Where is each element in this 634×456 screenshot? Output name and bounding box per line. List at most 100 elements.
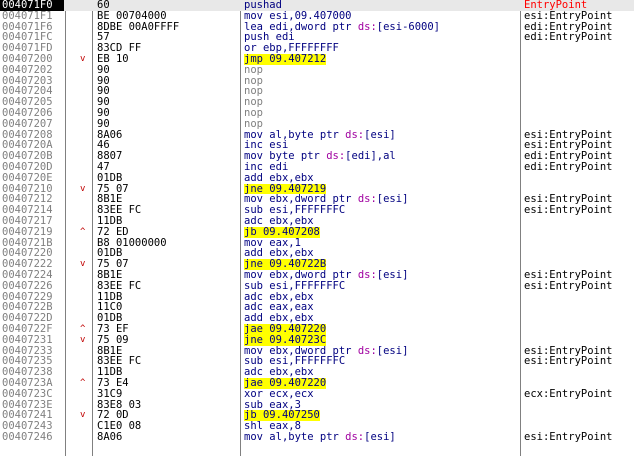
instruction-cell: shl eax,8 [244,421,301,432]
disasm-row[interactable]: 004071F0 60 pushad EntryPoint [0,0,634,11]
comment-cell [524,184,634,195]
comment-cell: esi:EntryPoint [524,129,613,141]
disasm-row[interactable]: 0040722F ^ 73 EF jae 09.407220 [0,324,634,335]
disasm-row[interactable]: 00407200 v EB 10 jmp 09.407212 [0,54,634,65]
address-cell: 0040723A [2,378,53,389]
instruction-cell: adc ebx,ebx [244,291,314,303]
disasm-row[interactable]: 00407241 v 72 0D jb 09.407250 [0,410,634,422]
disasm-row[interactable]: 00407233 8B1E mov ebx,dword ptr ds:[esi] es… [0,346,634,357]
comment-cell: edi:EntryPoint [524,32,613,44]
instruction-cell: adc ebx,ebx [244,216,314,227]
arrow-cell [80,119,90,130]
instruction-cell: add ebx,ebx [244,172,314,184]
disasm-row[interactable]: 00407203 90 nop [0,76,634,87]
disasm-row[interactable]: 00407219 ^ 72 ED jb 09.407208 [0,226,634,238]
disassembly-view[interactable]: 004071F0 60 pushad EntryPoint 004071F1 BE 007… [0,0,634,456]
bytes-cell: 57 [97,32,110,44]
disasm-row[interactable]: 0040721B B8 01000000 mov eax,1 [0,238,634,249]
bytes-cell: 46 [97,140,110,152]
disasm-row[interactable]: 0040720D 47 inc edi edi:EntryPoint [0,162,634,173]
address-cell: 00407212 [2,194,53,206]
instruction-cell: nop [244,75,263,87]
instruction-cell: jne 09.407219 [244,183,327,195]
disasm-row[interactable]: 00407205 90 nop [0,97,634,108]
bytes-cell: 8DBE 00A0FFFF [97,21,180,33]
bytes-cell: 01DB [97,313,123,324]
disasm-row[interactable]: 00407212 8B1E mov ebx,dword ptr ds:[esi] es… [0,194,634,205]
disasm-row[interactable]: 00407204 90 nop [0,86,634,97]
instruction-cell: mov ebx,dword ptr ds:[esi] [244,345,409,357]
address-cell: 004071F0 [0,0,64,11]
disasm-row[interactable]: 00407220 01DB add ebx,ebx [0,248,634,259]
instruction-cell: sub esi,FFFFFFFC [244,356,346,368]
arrow-cell [80,216,90,227]
disasm-row[interactable]: 00407235 83EE FC sub esi,FFFFFFFC esi:Entry… [0,356,634,367]
instruction-cell: or ebp,FFFFFFFF [244,43,339,54]
address-cell: 00407210 [2,183,53,195]
disasm-row[interactable]: 00407202 90 nop [0,65,634,76]
disasm-row[interactable]: 00407224 8B1E mov ebx,dword ptr ds:[esi] es… [0,270,634,281]
address-cell: 00407246 [2,432,53,443]
bytes-cell: 90 [97,64,110,76]
bytes-cell: 47 [97,162,110,173]
disasm-row[interactable]: 00407214 83EE FC sub esi,FFFFFFFC esi:Entry… [0,205,634,216]
address-cell: 00407231 [2,334,53,346]
disasm-row[interactable]: 0040723A ^ 73 E4 jae 09.407220 [0,378,634,389]
bytes-cell: 8A06 [97,129,123,141]
comment-cell [524,119,634,130]
bytes-cell: 11DB [97,291,123,303]
address-cell: 0040722B [2,302,53,314]
disasm-row[interactable]: 004071F6 8DBE 00A0FFFF lea edi,dword ptr d… [0,22,634,33]
disasm-row[interactable]: 0040720A 46 inc esi esi:EntryPoint [0,140,634,151]
arrow-cell [80,32,90,43]
disasm-row[interactable]: 00407238 11DB adc ebx,ebx [0,367,634,378]
address-cell: 00407226 [2,280,53,292]
disasm-row[interactable]: 00407231 v 75 09 jne 09.40723C [0,334,634,346]
disasm-row[interactable]: 00407222 v 75 07 jne 09.40722B [0,259,634,270]
bytes-cell: 8B1E [97,345,123,357]
instruction-cell: mov al,byte ptr ds:[esi] [244,432,396,443]
arrow-cell [80,76,90,87]
disasm-row[interactable]: 0040723C 31C9 xor ecx,ecx ecx:EntryPoint [0,389,634,400]
address-cell: 00407206 [2,108,53,119]
address-cell: 00407217 [2,216,53,227]
disasm-row[interactable]: 00407226 83EE FC sub esi,FFFFFFFC esi:Entry… [0,281,634,292]
disasm-row[interactable]: 00407206 90 nop [0,108,634,119]
disasm-row[interactable]: 0040722B 11C0 adc eax,eax [0,302,634,313]
arrow-cell [80,313,90,324]
disasm-row[interactable]: 0040722D 01DB add ebx,ebx [0,313,634,324]
address-cell: 00407205 [2,97,53,108]
address-cell: 00407203 [2,75,53,87]
instruction-cell: pushad [244,0,282,11]
address-cell: 0040722F [2,324,53,335]
disasm-row[interactable]: 00407208 8A06 mov al,byte ptr ds:[esi] esi:… [0,130,634,141]
arrow-cell [80,421,90,432]
disasm-row[interactable]: 00407243 C1E0 08 shl eax,8 [0,421,634,432]
disasm-row[interactable]: 004071FC 57 push edi edi:EntryPoint [0,32,634,43]
comment-cell [524,378,634,389]
disasm-row[interactable]: 00407229 11DB adc ebx,ebx [0,292,634,303]
disasm-row[interactable]: 0040720E 01DB add ebx,ebx [0,173,634,184]
arrow-cell [80,356,90,367]
address-cell: 00407235 [2,356,53,368]
disasm-row[interactable]: 0040723E 83E8 03 sub eax,3 [0,400,634,411]
disasm-row[interactable]: 004071F1 BE 00704000 mov esi,09.407000 esi:… [0,11,634,22]
arrow-cell [80,367,90,378]
bytes-cell: 60 [97,0,110,11]
disasm-row[interactable]: 00407217 11DB adc ebx,ebx [0,216,634,227]
bytes-cell: 8B1E [97,270,123,281]
disasm-row[interactable]: 004071FD 83CD FF or ebp,FFFFFFFF [0,43,634,54]
disasm-row[interactable]: 0040720B 8807 mov byte ptr ds:[edi],al edi:… [0,151,634,162]
instruction-cell: adc eax,eax [244,302,314,314]
jump-down-arrow-icon: v [80,334,86,345]
address-cell: 00407222 [2,259,53,270]
arrow-cell [80,22,90,33]
disasm-row[interactable]: 00407210 v 75 07 jne 09.407219 [0,183,634,195]
comment-cell [524,410,634,421]
bytes-cell: 73 EF [97,324,129,335]
address-cell: 00407208 [2,129,53,141]
disasm-row[interactable]: 00407246 8A06 mov al,byte ptr ds:[esi] esi:… [0,432,634,443]
instruction-cell: sub eax,3 [244,399,301,411]
address-cell: 00407220 [2,248,53,260]
disasm-row[interactable]: 00407207 90 nop [0,119,634,130]
